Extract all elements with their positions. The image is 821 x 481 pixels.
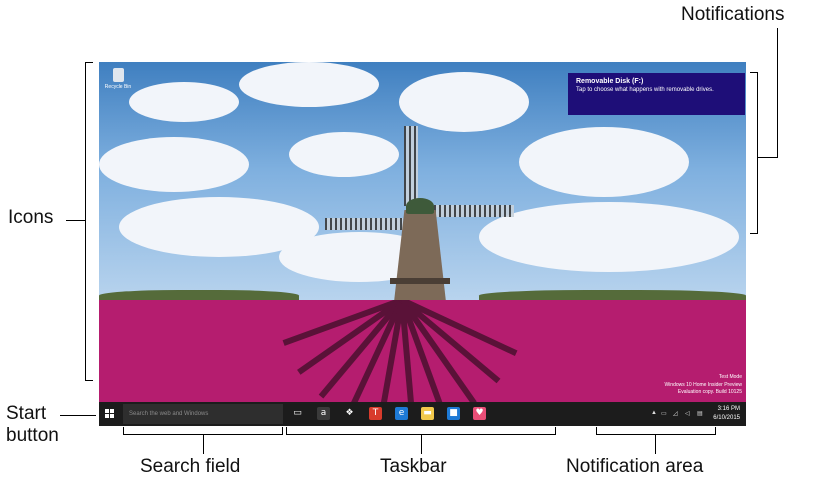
windmill-blade	[434, 205, 514, 217]
notification-body: Tap to choose what happens with removabl…	[576, 87, 714, 93]
start-button-callout: Start button	[6, 403, 59, 447]
tray-up-arrow-icon[interactable]: ▲	[651, 410, 657, 418]
notif-area-bracket-r	[715, 427, 716, 435]
windmill-blade	[325, 218, 403, 230]
clock-time: 3:16 PM	[717, 406, 740, 412]
taskbar-leader	[421, 434, 422, 454]
wallpaper-cloud	[399, 72, 529, 132]
watermark-line3: Evaluation copy. Build 10125	[677, 389, 742, 395]
taskbar-bracket-r	[555, 427, 556, 435]
notif-area-bracket-l	[596, 427, 597, 435]
wallpaper-cloud	[239, 62, 379, 107]
watermark-line2: Windows 10 Home Insider Preview	[664, 381, 742, 388]
notif-area-bracket-h	[596, 434, 716, 435]
clock-date: 6/10/2015	[713, 415, 740, 421]
wallpaper-cloud	[289, 132, 399, 177]
wallpaper-cloud	[129, 82, 239, 122]
store-taskbar-icon[interactable]: ■	[447, 407, 460, 420]
test-mode-watermark: Test Mode Windows 10 Home Insider Previe…	[664, 374, 742, 397]
notification-area-callout: Notification area	[566, 456, 704, 477]
volume-icon[interactable]: ◁	[685, 410, 690, 418]
windmill-blade	[404, 126, 418, 206]
search-bracket-r	[282, 427, 283, 435]
taskbar-callout: Taskbar	[380, 456, 447, 477]
action-center-icon[interactable]: ▤	[697, 410, 703, 418]
windows-logo-icon	[105, 409, 114, 418]
icons-bracket-bottom	[85, 380, 93, 381]
recycle-bin-label: Recycle Bin	[104, 84, 132, 90]
windmill-gallery	[390, 278, 450, 284]
icons-callout: Icons	[8, 207, 54, 228]
taskbar-clock[interactable]: 3:16 PM 6/10/2015	[713, 405, 740, 423]
battery-icon[interactable]: ▭	[661, 410, 667, 418]
heart-app-taskbar-icon[interactable]: ♥	[473, 407, 486, 420]
recycle-bin-desktop-icon[interactable]: Recycle Bin	[103, 68, 133, 90]
start-leader	[60, 415, 96, 416]
icons-bracket-top	[85, 62, 93, 63]
notification-title: Removable Disk (F:)	[576, 78, 644, 85]
wallpaper-cloud	[519, 127, 689, 197]
watermark-line1: Test Mode	[718, 374, 742, 380]
wallpaper-cloud	[479, 202, 739, 272]
wifi-icon[interactable]: ◿	[673, 410, 678, 418]
edge-taskbar-icon[interactable]: e	[395, 407, 408, 420]
start-callout-line2: button	[6, 424, 59, 446]
icons-bracket-v	[85, 62, 86, 380]
notifications-bracket-top	[750, 72, 758, 73]
app-t-taskbar-icon[interactable]: T	[369, 407, 382, 420]
start-callout-line1: Start	[6, 403, 47, 424]
icons-leader	[66, 220, 86, 221]
amazon-taskbar-icon[interactable]: a	[317, 407, 330, 420]
task-view-taskbar-icon[interactable]: ▭	[291, 407, 304, 420]
taskbar: Search the web and Windows ▭ a ❖ Te ▬ ■ ♥ ▲ ▭ …	[99, 402, 746, 426]
windmill-cap	[406, 198, 434, 214]
recycle-bin-icon	[112, 68, 124, 82]
notification-toast[interactable]: Removable Disk (F:) Tap to choose what h…	[568, 73, 745, 115]
dropbox-taskbar-icon[interactable]: ❖	[343, 407, 356, 420]
file-explorer-taskbar-icon[interactable]: ▬	[421, 407, 434, 420]
desktop-screen[interactable]: Recycle Bin Removable Disk (F:) Tap to c…	[99, 62, 746, 426]
wallpaper-cloud	[99, 137, 249, 192]
start-button[interactable]	[99, 402, 121, 426]
notifications-callout: Notifications	[681, 4, 785, 25]
notifications-bracket-h	[758, 157, 778, 158]
search-leader	[203, 434, 204, 454]
notifications-bracket-v	[757, 72, 758, 234]
notifications-leader	[777, 28, 778, 158]
search-field[interactable]: Search the web and Windows	[123, 404, 283, 424]
search-bracket-l	[123, 427, 124, 435]
notif-area-leader	[655, 434, 656, 454]
search-field-callout: Search field	[140, 456, 241, 477]
notifications-bracket-bottom	[750, 233, 758, 234]
taskbar-bracket-l	[286, 427, 287, 435]
